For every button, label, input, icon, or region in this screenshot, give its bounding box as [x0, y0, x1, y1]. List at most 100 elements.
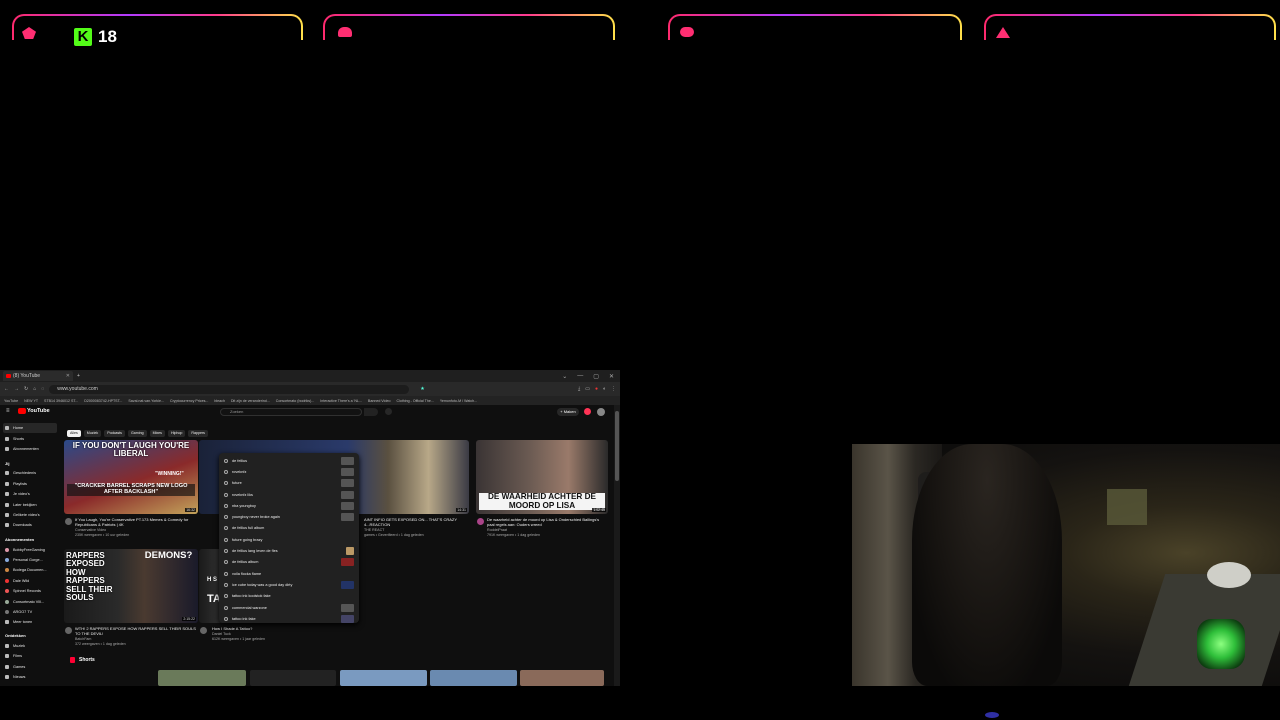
channel-name[interactable]: THE REACT [364, 528, 464, 533]
close-window-button[interactable]: ✕ [609, 373, 614, 380]
minimize-button[interactable]: — [577, 373, 583, 380]
chip-hiphop[interactable]: Hiphop [167, 430, 186, 437]
youtube-logo[interactable]: YouTube [18, 408, 50, 414]
video-title[interactable]: De waarheid achter de moord op Lisa & On… [487, 517, 607, 527]
channel-avatar[interactable] [65, 518, 72, 525]
search-suggestion[interactable]: future [219, 478, 359, 489]
video-card[interactable]: RAPPERS EXPOSED HOW RAPPERS SELL THEIR S… [64, 549, 198, 651]
sidebar-item-show-more[interactable]: Meer tonen [3, 617, 57, 627]
short-thumbnail[interactable] [158, 670, 246, 686]
channel-name[interactable]: RoddelPraat [487, 528, 607, 533]
bookmark-item[interactable]: Consortmato (bodriks)... [276, 399, 315, 403]
search-suggestion[interactable]: de fellius full album [219, 523, 359, 534]
sidebar-item-games[interactable]: Games [3, 661, 57, 671]
tab-search-icon[interactable]: ⌄ [562, 373, 567, 380]
sidebar-item-channel[interactable]: Personal Gorge... [3, 555, 57, 565]
download-icon[interactable]: ⤓ [578, 386, 580, 392]
page-scrollbar[interactable] [614, 405, 620, 686]
bookmark-item[interactable]: Saval.nat.van.Yorkie... [128, 399, 164, 403]
profile-icon[interactable]: ◐ [603, 386, 606, 392]
scrollbar-thumb[interactable] [615, 411, 619, 481]
sidebar-item-playlists[interactable]: Playlists [3, 479, 57, 489]
sidebar-item-channel[interactable]: ARGO7 TV [3, 607, 57, 617]
microphone-icon[interactable] [385, 408, 392, 415]
menu-icon[interactable]: ⋮ [611, 386, 616, 392]
sidebar-section-you[interactable]: Jij [3, 458, 57, 468]
sidebar-item-films[interactable]: Films [3, 651, 57, 661]
new-tab-button[interactable]: + [77, 373, 80, 379]
notifications-bell-icon[interactable] [584, 408, 591, 415]
sidebar-item-downloads[interactable]: Downloads [3, 520, 57, 530]
search-suggestion[interactable]: commercial warzone [219, 602, 359, 613]
extension-icon[interactable]: ● [595, 386, 598, 392]
chip-podcasts[interactable]: Podcasts [104, 430, 125, 437]
chip-mixes[interactable]: Mixes [149, 430, 165, 437]
sidebar-item-history[interactable]: Geschiedenis [3, 468, 57, 478]
sidebar-item-channel[interactable]: BobbyFreeGaming [3, 545, 57, 555]
video-card[interactable]: DE WAARHEID ACHTER DE MOORD OP LISA 1:02… [476, 440, 608, 542]
search-suggestion[interactable]: ice cube today was a good day dirty [219, 579, 359, 590]
sidebar-item-channel[interactable]: Spinnel Records [3, 586, 57, 596]
short-thumbnail[interactable] [430, 670, 517, 686]
bookmark-item[interactable]: NEW YT [24, 399, 38, 403]
channel-avatar[interactable] [477, 518, 484, 525]
chip-gaming[interactable]: Gaming [127, 430, 147, 437]
sidebar-toggle-icon[interactable]: ▭ [585, 386, 590, 392]
search-suggestion[interactable]: de fellius lang leven de fles [219, 545, 359, 556]
channel-name[interactable]: Daniel Tuck [212, 632, 332, 637]
video-title[interactable]: AINT INFIO GETS EXPOSED ON... THAT'S CRA… [364, 517, 464, 527]
home-icon[interactable]: ⌂ [33, 386, 36, 392]
search-suggestion[interactable]: tattoo ink koolstok fake [219, 591, 359, 602]
search-suggestion[interactable]: nba youngboy [219, 500, 359, 511]
video-title[interactable]: WTH! 2 RAPPERS EXPOSE HOW RAPPERS SELL T… [75, 626, 197, 636]
search-input[interactable]: Zoeken [220, 408, 362, 416]
search-suggestion[interactable]: voila flocka flame [219, 568, 359, 579]
search-suggestion[interactable]: youngboy never broke again [219, 511, 359, 522]
search-suggestion[interactable]: de fellius album [219, 557, 359, 568]
bookmark-item[interactable]: Clothing - Official The... [396, 399, 433, 403]
video-thumbnail[interactable]: IF YOU DON'T LAUGH YOU'RE LIBERAL "CRACK… [64, 440, 198, 514]
video-title[interactable]: How I Shade A Tattoo? [212, 626, 332, 631]
sidebar-item-channel[interactable]: Bodega Documen... [3, 565, 57, 575]
sidebar-item-channel[interactable]: Consortmato Vill... [3, 596, 57, 606]
bookmark-item[interactable]: Dit zijn de veranderind... [231, 399, 270, 403]
search-suggestion[interactable]: roveknfz liks [219, 489, 359, 500]
short-thumbnail[interactable] [520, 670, 604, 686]
sidebar-item-music[interactable]: Muziek [3, 641, 57, 651]
chip-rappers[interactable]: Rappers [188, 430, 208, 437]
sidebar-item-channel[interactable]: Dale Wild [3, 576, 57, 586]
channel-name[interactable]: Conservative Video [75, 528, 197, 533]
search-suggestion[interactable]: tattoo ink fake [219, 613, 359, 624]
video-thumbnail[interactable]: RAPPERS EXPOSED HOW RAPPERS SELL THEIR S… [64, 549, 198, 623]
search-button[interactable] [364, 408, 378, 416]
chip-all[interactable]: Alles [67, 430, 81, 437]
reload-icon[interactable]: ↻ [24, 386, 28, 392]
create-button[interactable]: + Maken [557, 408, 579, 416]
sidebar-item-liked[interactable]: Gelikete video's [3, 510, 57, 520]
bookmark-item[interactable]: YouTube [4, 399, 18, 403]
extensions-icon[interactable]: ◌ [41, 386, 44, 392]
sidebar-item-home[interactable]: Home [3, 423, 57, 434]
video-thumbnail[interactable]: DE WAARHEID ACHTER DE MOORD OP LISA 1:02… [476, 440, 608, 514]
search-suggestion[interactable]: future going brazy [219, 534, 359, 545]
forward-arrow-icon[interactable]: → [14, 386, 19, 392]
video-title[interactable]: If You Laugh, You're Conservative PT.173… [75, 517, 197, 527]
close-tab-icon[interactable]: ✕ [66, 373, 70, 379]
bookmark-star-icon[interactable]: ★ [420, 386, 424, 392]
bookmark-item[interactable]: Yemonfoto-M / Watch... [440, 399, 477, 403]
bookmark-item[interactable]: Interactive There's a 'NL... [320, 399, 362, 403]
bookmark-item[interactable]: Banned Video [368, 399, 391, 403]
sidebar-item-news[interactable]: Nieuws [3, 672, 57, 682]
video-card[interactable]: IF YOU DON'T LAUGH YOU'RE LIBERAL "CRACK… [64, 440, 198, 542]
sidebar-item-watch-later[interactable]: Later bekijken [3, 499, 57, 509]
short-thumbnail[interactable] [250, 670, 336, 686]
back-arrow-icon[interactable]: ← [4, 386, 9, 392]
channel-avatar[interactable] [200, 627, 207, 634]
bookmark-item[interactable]: D2000083742-HPTST... [84, 399, 122, 403]
sidebar-item-your-videos[interactable]: Je video's [3, 489, 57, 499]
browser-tab[interactable]: (8) YouTube ✕ [3, 371, 73, 381]
short-thumbnail[interactable] [340, 670, 427, 686]
search-suggestion[interactable]: roveknfz [219, 466, 359, 477]
channel-name[interactable]: BatchFam [75, 637, 197, 642]
sidebar-item-shorts[interactable]: Shorts [3, 433, 57, 443]
